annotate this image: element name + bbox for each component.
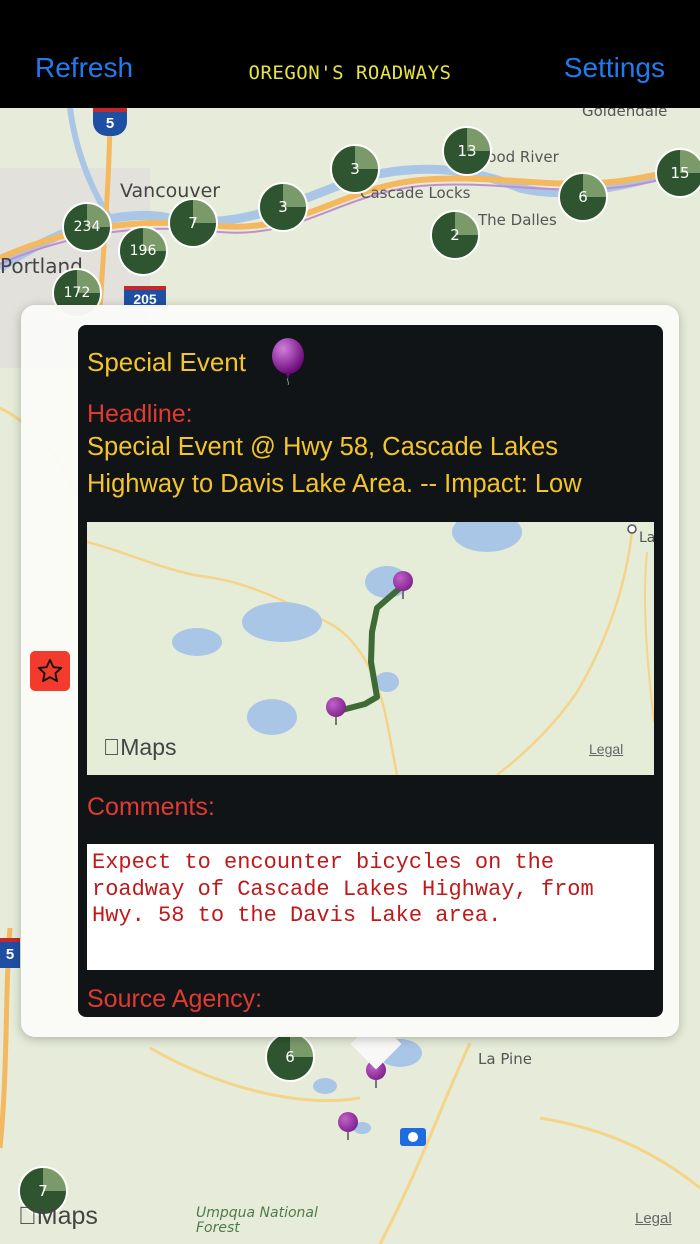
place-the-dalles: The Dalles	[478, 211, 557, 229]
traffic-camera-icon[interactable]	[400, 1128, 426, 1146]
navigation-bar: Refresh OREGON'S ROADWAYS Settings	[0, 0, 700, 108]
umpqua-line1: Umpqua National	[196, 1205, 318, 1221]
legal-link[interactable]: Legal	[635, 1210, 672, 1227]
comments-text: Expect to encounter bicycles on the road…	[87, 844, 654, 970]
favorite-button[interactable]	[30, 651, 70, 691]
place-umpqua-forest: Umpqua National Forest	[196, 1206, 318, 1236]
source-agency-label: Source Agency:	[87, 985, 263, 1013]
headline-text: Special Event @ Hwy 58, Cascade Lakes Hi…	[87, 433, 582, 498]
balloon-icon	[272, 338, 304, 385]
incident-cluster[interactable]: 234	[62, 202, 112, 252]
interstate-5-shield: 5	[93, 108, 127, 136]
apple-icon: 	[103, 734, 120, 760]
headline-label: Headline:	[87, 400, 193, 428]
place-goldendale: Goldendale	[582, 108, 668, 120]
event-detail-panel[interactable]: Special Event Headline: Special Event @ …	[78, 325, 663, 1017]
incident-cluster[interactable]: 6	[558, 172, 608, 222]
special-event-pin[interactable]	[338, 1112, 360, 1140]
maps-brand-text: Maps	[18, 1202, 98, 1230]
incident-cluster[interactable]: 15	[655, 148, 700, 198]
place-vancouver: Vancouver	[120, 180, 221, 202]
mini-map-brand-text: Maps	[103, 734, 176, 760]
mini-map-place-label: La	[639, 530, 654, 546]
comments-label: Comments:	[87, 793, 215, 821]
incident-cluster[interactable]: 196	[118, 226, 168, 276]
mini-map-apple-logo: Maps	[103, 734, 177, 761]
event-type-title: Special Event	[87, 347, 246, 377]
event-mini-map[interactable]: La Maps Legal	[87, 522, 654, 775]
place-la-pine: La Pine	[478, 1050, 532, 1068]
settings-button[interactable]: Settings	[564, 52, 665, 84]
interstate-5-shield-south: 5	[0, 938, 20, 968]
apple-maps-logo: Maps	[18, 1202, 98, 1231]
incident-cluster[interactable]: 7	[168, 198, 218, 248]
umpqua-line2: Forest	[196, 1220, 240, 1236]
incident-cluster[interactable]: 6	[265, 1032, 315, 1082]
event-start-pin[interactable]	[393, 571, 415, 599]
incident-cluster[interactable]: 2	[430, 210, 480, 260]
event-end-pin[interactable]	[326, 697, 348, 725]
place-cascade-locks: Cascade Locks	[360, 184, 471, 202]
mini-map-legal-link[interactable]: Legal	[589, 741, 623, 757]
incident-cluster[interactable]: 13	[442, 126, 492, 176]
incident-cluster[interactable]: 3	[330, 144, 380, 194]
incident-cluster[interactable]: 3	[258, 182, 308, 232]
apple-icon: 	[18, 1202, 37, 1230]
star-icon	[37, 658, 63, 682]
